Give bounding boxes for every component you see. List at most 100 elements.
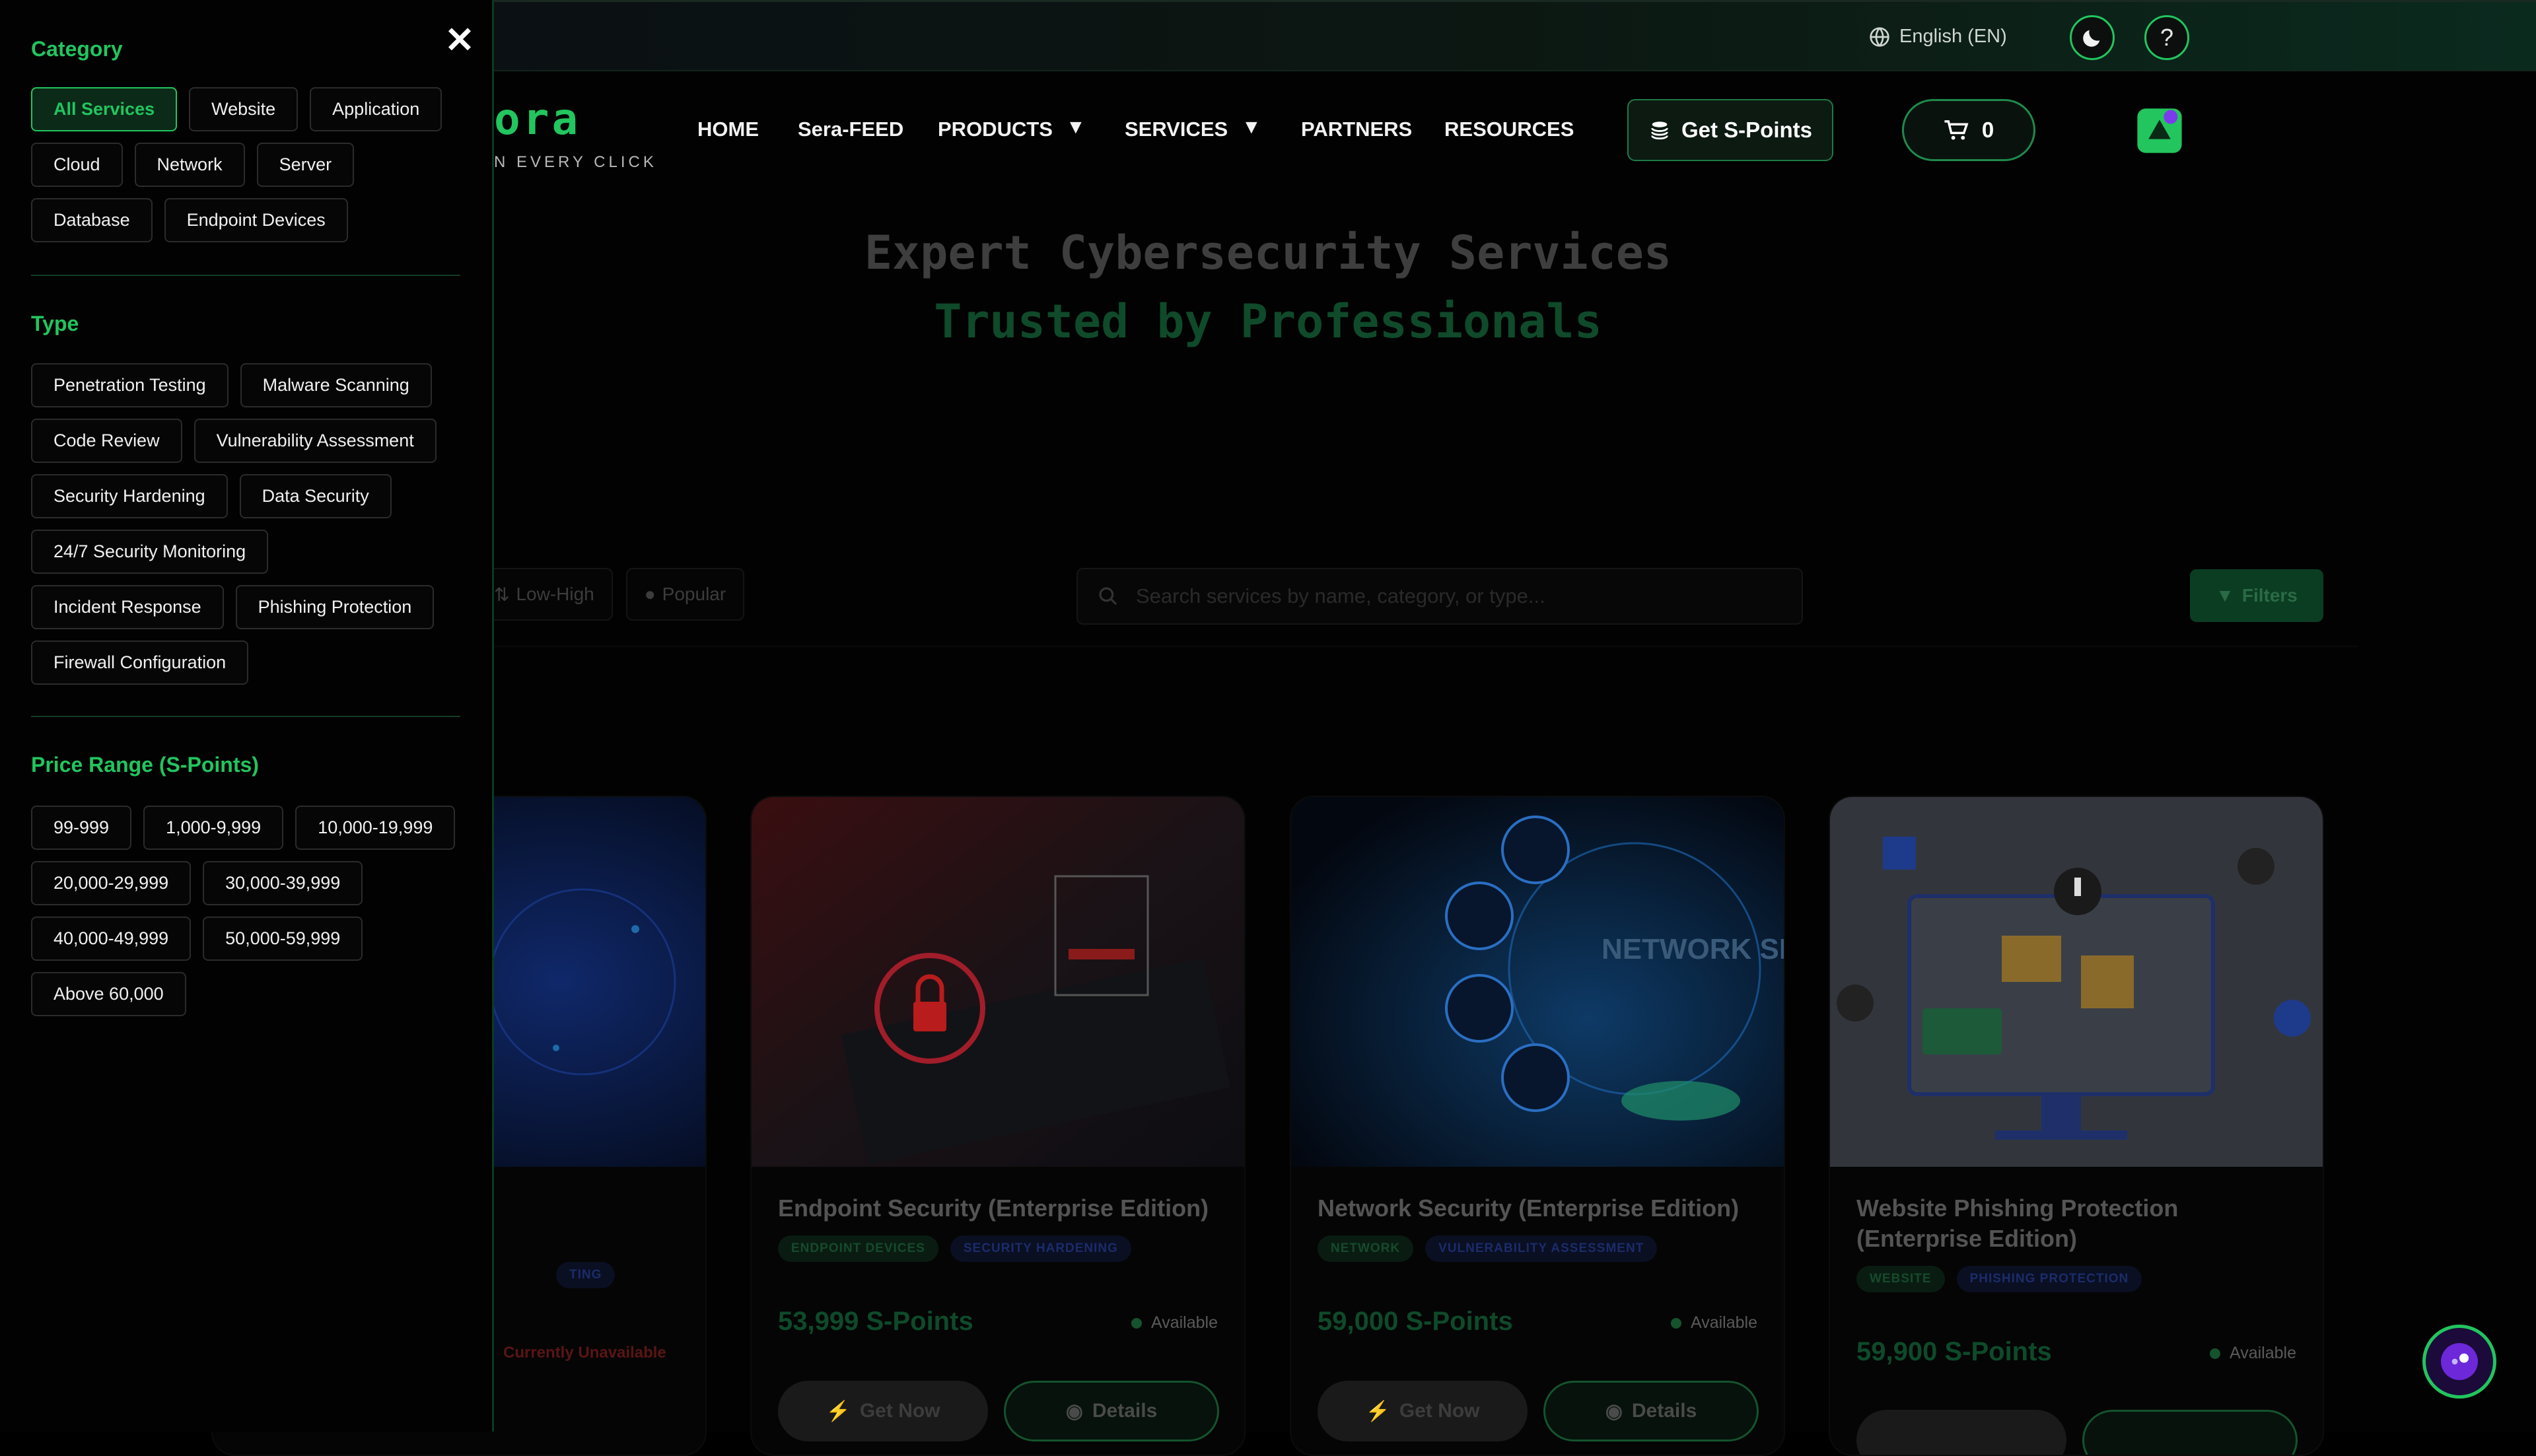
brand-logo[interactable]: ora xyxy=(494,94,581,145)
get-points-label: Get S-Points xyxy=(1681,118,1813,142)
type-chip-vulnerability-assessment[interactable]: Vulnerability Assessment xyxy=(194,419,437,463)
ai-assistant-button[interactable] xyxy=(2422,1325,2496,1399)
type-chip-phishing-protection[interactable]: Phishing Protection xyxy=(235,585,435,629)
nav-products[interactable]: PRODUCTS xyxy=(938,118,1053,141)
nav-resources[interactable]: RESOURCES xyxy=(1444,118,1574,141)
get-points-button[interactable]: Get S-Points xyxy=(1627,99,1833,161)
search-input[interactable]: Search services by name, category, or ty… xyxy=(1076,568,1803,625)
search-placeholder: Search services by name, category, or ty… xyxy=(1136,584,1545,607)
type-chip-security-hardening[interactable]: Security Hardening xyxy=(31,474,228,518)
panel-divider xyxy=(31,275,460,276)
price-chip-20000-29999[interactable]: 20,000-29,999 xyxy=(31,861,192,905)
price-chip-above-60000[interactable]: Above 60,000 xyxy=(31,972,186,1016)
get-now-label: Get Now xyxy=(1399,1400,1480,1422)
sort-low-high-label: Low-High xyxy=(516,584,594,604)
service-card[interactable]: Endpoint Security (Enterprise Edition) E… xyxy=(750,796,1246,1456)
globe-icon xyxy=(1870,26,1889,47)
status-dot-icon xyxy=(2209,1348,2220,1359)
close-panel-button[interactable]: ✕ xyxy=(440,20,479,60)
language-selector[interactable]: English (EN) xyxy=(1869,26,2007,48)
card-tag: ENDPOINT DEVICES xyxy=(778,1235,938,1262)
type-chip-data-security[interactable]: Data Security xyxy=(239,474,392,518)
card-status: Currently Unavailable xyxy=(503,1344,666,1362)
status-dot-icon xyxy=(1131,1317,1142,1329)
get-now-button[interactable]: ⚡ Get Now xyxy=(1318,1381,1528,1441)
sort-bar: ⇅ Low-High ● Popular xyxy=(476,568,745,621)
card-tag: SECURITY HARDENING xyxy=(950,1235,1131,1262)
help-button[interactable]: ? xyxy=(2144,15,2189,60)
nav-home[interactable]: HOME xyxy=(697,118,759,141)
type-chip-firewall-configuration[interactable]: Firewall Configuration xyxy=(31,641,249,685)
user-avatar-icon[interactable] xyxy=(2132,103,2187,158)
bot-face-icon xyxy=(2441,1343,2478,1380)
type-chip-code-review[interactable]: Code Review xyxy=(31,419,182,463)
price-chip-1000-9999[interactable]: 1,000-9,999 xyxy=(143,806,284,850)
card-image: NETWORK SECURITY xyxy=(1291,797,1785,1167)
cart-button[interactable]: 0 xyxy=(1902,99,2035,161)
price-chip-99-999[interactable]: 99-999 xyxy=(31,806,132,850)
card-availability: Available xyxy=(1670,1313,1757,1333)
theme-toggle-button[interactable] xyxy=(2070,15,2115,60)
cart-icon xyxy=(1944,120,1969,140)
language-label: English (EN) xyxy=(1899,26,2007,47)
category-chip-database[interactable]: Database xyxy=(31,198,153,242)
type-chip-malware-scanning[interactable]: Malware Scanning xyxy=(240,363,432,407)
nav-services[interactable]: SERVICES xyxy=(1125,118,1228,141)
brand-tagline: N EVERY CLICK xyxy=(494,153,657,171)
moon-icon xyxy=(2083,30,2100,47)
eye-icon: ◉ xyxy=(1065,1400,1083,1422)
category-chip-application[interactable]: Application xyxy=(310,87,442,131)
type-heading: Type xyxy=(31,312,79,335)
get-now-button[interactable]: ⚡ Get Now xyxy=(778,1381,988,1441)
type-chip-penetration-testing[interactable]: Penetration Testing xyxy=(31,363,229,407)
help-label: ? xyxy=(2160,24,2174,51)
panel-divider xyxy=(31,716,460,717)
details-button[interactable]: ◉ Details xyxy=(1543,1381,1759,1441)
nav-sera-feed[interactable]: Sera-FEED xyxy=(798,118,903,141)
toolbar-divider xyxy=(476,646,2358,647)
details-button[interactable] xyxy=(2082,1410,2298,1455)
category-chip-network[interactable]: Network xyxy=(134,143,245,187)
availability-label: Available xyxy=(1690,1313,1757,1332)
card-price: 53,999 S-Points xyxy=(778,1307,973,1336)
price-chip-10000-19999[interactable]: 10,000-19,999 xyxy=(295,806,456,850)
nav-partners[interactable]: PARTNERS xyxy=(1301,118,1412,141)
bolt-icon: ⚡ xyxy=(1365,1400,1390,1422)
price-range-options: 99-999 1,000-9,999 10,000-19,999 20,000-… xyxy=(31,806,460,1016)
availability-label: Available xyxy=(1150,1313,1218,1332)
card-tag: VULNERABILITY ASSESSMENT xyxy=(1425,1235,1658,1262)
category-chip-website[interactable]: Website xyxy=(189,87,299,131)
eye-icon: ◉ xyxy=(1605,1400,1623,1422)
category-chip-cloud[interactable]: Cloud xyxy=(31,143,123,187)
details-button[interactable]: ◉ Details xyxy=(1004,1381,1219,1441)
type-chip-security-monitoring[interactable]: 24/7 Security Monitoring xyxy=(31,530,269,574)
price-chip-30000-39999[interactable]: 30,000-39,999 xyxy=(203,861,363,905)
filters-label: Filters xyxy=(2241,585,2298,606)
card-tag: TING xyxy=(556,1262,616,1288)
price-chip-40000-49999[interactable]: 40,000-49,999 xyxy=(31,917,192,961)
service-card[interactable]: Website Phishing Protection (Enterprise … xyxy=(1829,796,2324,1456)
category-options: All Services Website Application Cloud N… xyxy=(31,87,460,242)
category-chip-server[interactable]: Server xyxy=(256,143,355,187)
filter-panel: ✕ Category All Services Website Applicat… xyxy=(0,0,494,1432)
cart-count: 0 xyxy=(1981,118,1994,142)
category-chip-endpoint-devices[interactable]: Endpoint Devices xyxy=(164,198,348,242)
filters-button[interactable]: ▼ Filters xyxy=(2190,569,2323,622)
sort-popular-label: Popular xyxy=(662,584,726,604)
sort-popular-button[interactable]: ● Popular xyxy=(625,568,745,621)
service-card[interactable]: NETWORK SECURITY Network Security (Enter… xyxy=(1290,796,1785,1456)
price-chip-50000-59999[interactable]: 50,000-59,999 xyxy=(203,917,363,961)
card-image-text: NETWORK SECURITY xyxy=(1602,933,1785,965)
sort-low-high-button[interactable]: ⇅ Low-High xyxy=(476,568,613,621)
card-title: Endpoint Security (Enterprise Edition) xyxy=(778,1195,1209,1222)
card-tag: PHISHING PROTECTION xyxy=(1956,1266,2142,1292)
category-chip-all-services[interactable]: All Services xyxy=(31,87,178,131)
type-chip-incident-response[interactable]: Incident Response xyxy=(31,585,224,629)
status-dot-icon xyxy=(1670,1317,1681,1329)
get-now-label: Get Now xyxy=(859,1400,940,1422)
funnel-icon: ▼ xyxy=(2216,585,2234,606)
sort-icon: ⇅ xyxy=(494,584,510,605)
get-now-button[interactable] xyxy=(1856,1410,2066,1455)
products-dropdown-icon[interactable]: ▼ xyxy=(1066,116,1086,139)
services-dropdown-icon[interactable]: ▼ xyxy=(1242,116,1261,139)
